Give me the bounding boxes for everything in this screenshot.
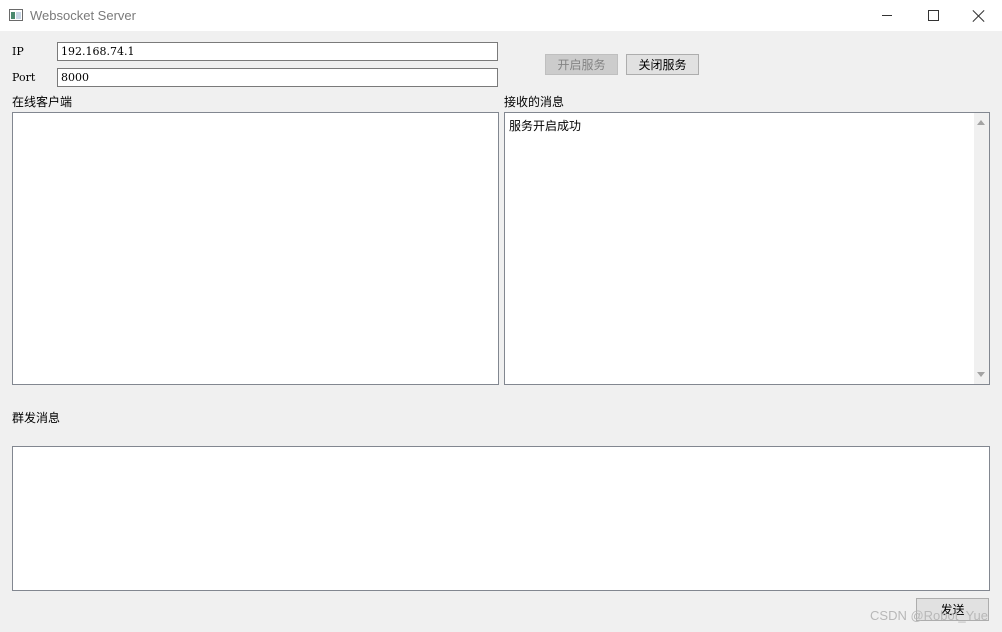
close-icon bbox=[973, 10, 985, 22]
minimize-icon bbox=[882, 15, 892, 16]
port-label: Port bbox=[12, 71, 36, 84]
close-button[interactable] bbox=[956, 0, 1002, 31]
online-clients-list[interactable] bbox=[12, 112, 499, 385]
received-messages-label: 接收的消息 bbox=[504, 95, 565, 109]
message-line: 服务开启成功 bbox=[509, 119, 582, 133]
maximize-icon bbox=[927, 10, 939, 21]
minimize-button[interactable] bbox=[864, 0, 910, 31]
received-messages-box[interactable]: 服务开启成功 bbox=[504, 112, 990, 385]
scroll-down-icon[interactable] bbox=[977, 372, 985, 377]
online-clients-label: 在线客户端 bbox=[12, 95, 73, 109]
port-input[interactable] bbox=[57, 68, 498, 87]
stop-service-button[interactable]: 关闭服务 bbox=[626, 54, 699, 75]
broadcast-input[interactable] bbox=[12, 446, 990, 591]
window-title: Websocket Server bbox=[30, 8, 136, 23]
vertical-scrollbar[interactable] bbox=[974, 113, 989, 384]
app-window-icon bbox=[9, 9, 23, 21]
scroll-up-icon[interactable] bbox=[977, 120, 985, 125]
broadcast-label: 群发消息 bbox=[12, 411, 61, 425]
ip-input[interactable] bbox=[57, 42, 498, 61]
title-bar[interactable]: Websocket Server bbox=[0, 0, 1002, 31]
watermark: CSDN @Robot_Yue bbox=[870, 608, 988, 623]
ip-label: IP bbox=[12, 45, 24, 58]
maximize-button[interactable] bbox=[910, 0, 956, 31]
start-service-button[interactable]: 开启服务 bbox=[545, 54, 618, 75]
